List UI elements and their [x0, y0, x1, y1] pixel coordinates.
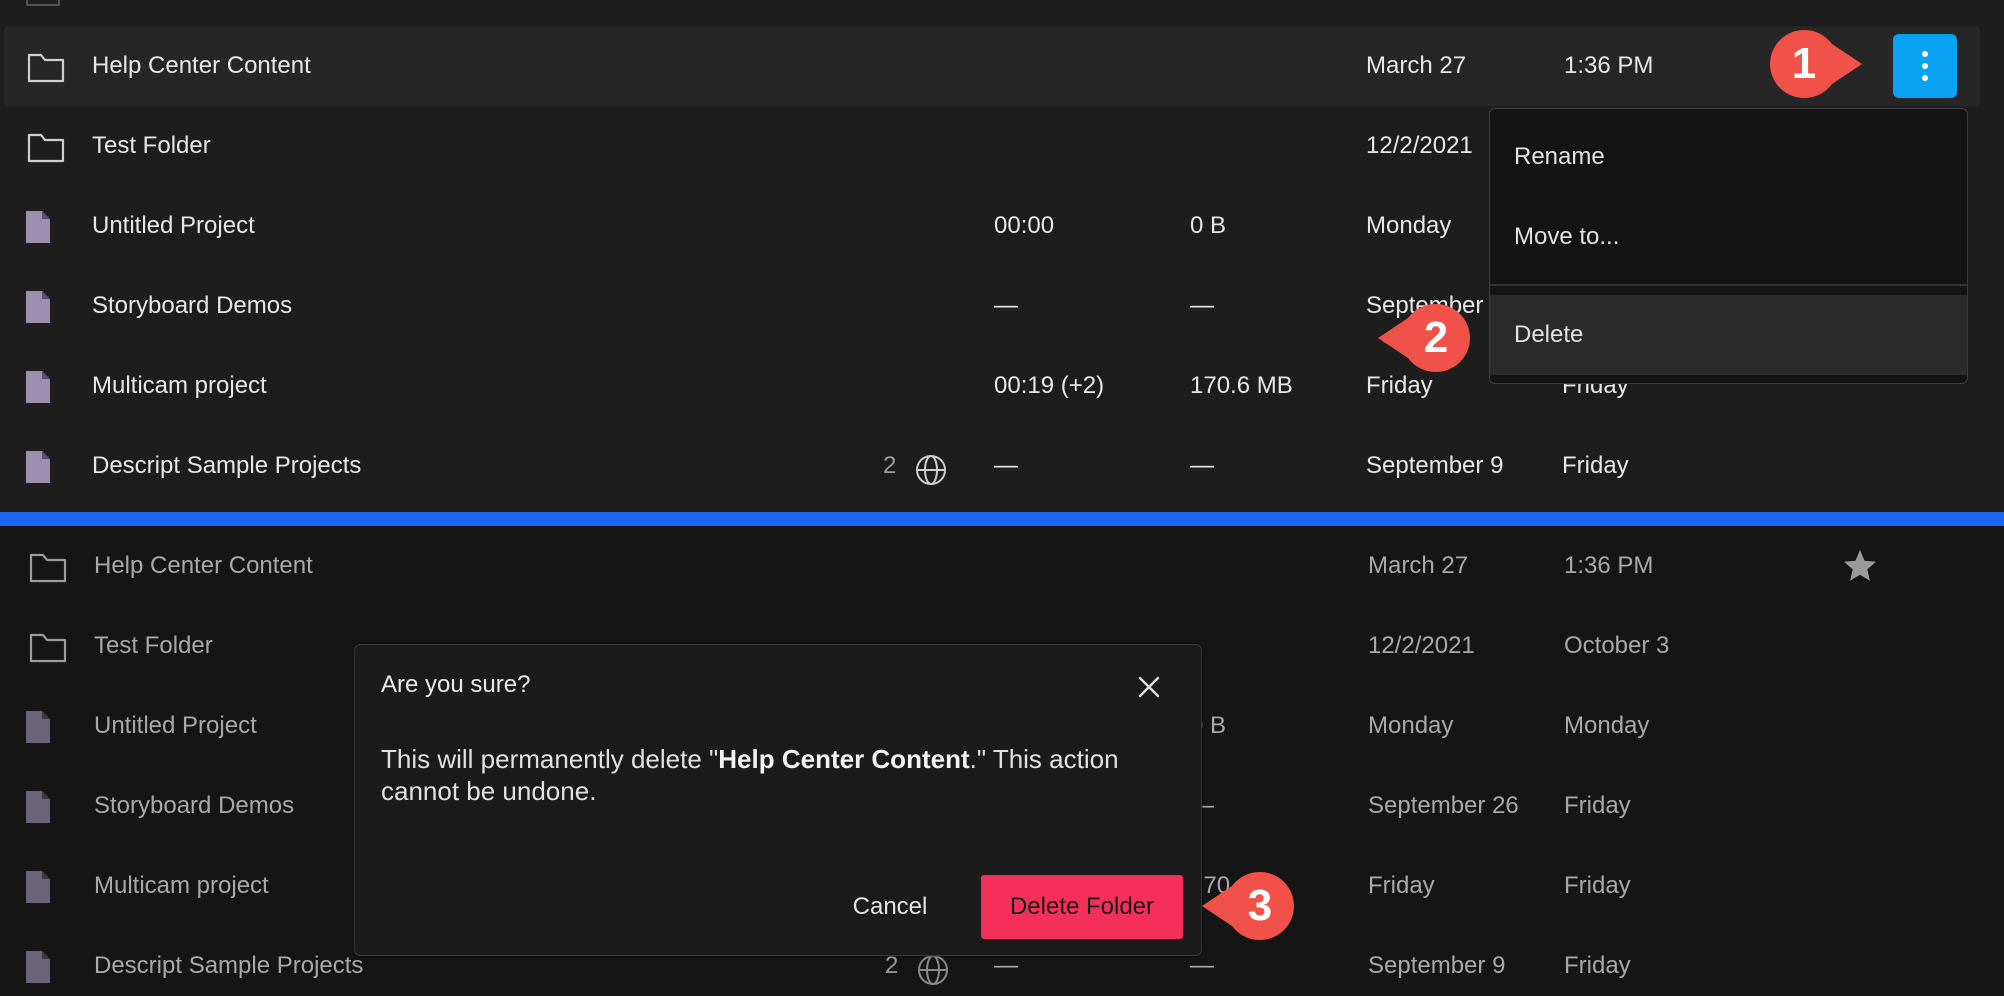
row-date-modified: Friday [1564, 792, 1631, 819]
row-name: Test Folder [94, 632, 213, 659]
row-name: Help Center Content [94, 552, 313, 579]
row-duration: — [994, 452, 1018, 479]
menu-item-rename[interactable]: Rename [1490, 117, 1967, 197]
delete-confirm-dialog: Are you sure? This will permanently dele… [354, 644, 1202, 956]
row-date-created: Friday [1368, 872, 1435, 899]
row-size: 0 B [1190, 212, 1227, 239]
row-date-modified: Friday [1564, 872, 1631, 899]
folder-icon [27, 53, 65, 83]
row-name: Untitled Project [92, 212, 255, 239]
menu-divider [1490, 284, 1967, 286]
row-date-created: 12/2/2021 [1368, 632, 1475, 659]
folder-icon [29, 633, 67, 663]
close-icon[interactable] [1133, 671, 1165, 703]
row-name: Test Folder [92, 132, 211, 159]
file-list-before: Help Center Content March 27 1:36 PM Tes… [0, 0, 2004, 512]
comparison-divider [0, 512, 2004, 526]
row-duration: 00:00 [994, 212, 1055, 239]
globe-icon[interactable] [914, 453, 948, 487]
row-name: Descript Sample Projects [92, 452, 362, 479]
row-date-created: March 27 [1366, 52, 1467, 79]
context-menu: Rename Move to... Delete [1489, 108, 1968, 384]
row-name: Storyboard Demos [94, 792, 295, 819]
row-duration: — [994, 292, 1018, 319]
folder-name: Help Center Content [718, 744, 970, 774]
row-date-modified: October 3 [1564, 632, 1670, 659]
menu-item-move-to[interactable]: Move to... [1490, 197, 1967, 277]
row-size: — [1190, 292, 1214, 319]
row-date-modified: 1:36 PM [1564, 52, 1654, 79]
row-duration: 00:19 (+2) [994, 372, 1105, 399]
row-date-modified: Friday [1562, 452, 1629, 479]
row-date-created: March 27 [1368, 552, 1469, 579]
more-vertical-icon [1922, 51, 1928, 57]
row-name: Multicam project [92, 372, 267, 399]
row-date-created: Monday [1368, 712, 1454, 739]
dialog-title: Are you sure? [381, 671, 531, 698]
file-icon [26, 451, 50, 483]
row-name: Storyboard Demos [92, 292, 293, 319]
file-icon [26, 871, 50, 903]
row-name: Untitled Project [94, 712, 257, 739]
file-icon [26, 291, 50, 323]
file-icon [26, 711, 50, 743]
cancel-button[interactable]: Cancel [825, 875, 955, 939]
star-icon[interactable] [1842, 548, 1878, 584]
file-icon [26, 791, 50, 823]
table-row[interactable]: Help Center Content March 27 1:36 PM [0, 526, 2004, 606]
row-date-modified: 1:36 PM [1564, 552, 1654, 579]
row-date-created: 12/2/2021 [1366, 132, 1473, 159]
row-date-created: September 26 [1368, 792, 1519, 819]
table-row[interactable]: Descript Sample Projects 2 — — September… [0, 426, 2004, 506]
callout-step-2: 2 [1376, 302, 1472, 374]
row-size: — [1190, 452, 1214, 479]
file-icon [26, 371, 50, 403]
row-date-created: Monday [1366, 212, 1452, 239]
row-date-created: September 9 [1366, 452, 1504, 479]
delete-folder-button[interactable]: Delete Folder [981, 875, 1183, 939]
row-name: Descript Sample Projects [94, 952, 364, 979]
menu-item-delete[interactable]: Delete [1490, 295, 1967, 375]
dialog-message: This will permanently delete "Help Cente… [381, 744, 1119, 806]
row-name: Help Center Content [92, 52, 311, 79]
row-share-count: 2 [883, 452, 897, 479]
more-options-button[interactable] [1893, 34, 1957, 98]
callout-step-3: 3 [1200, 870, 1296, 942]
globe-icon[interactable] [916, 953, 950, 987]
row-name: Multicam project [94, 872, 269, 899]
file-icon [26, 951, 50, 983]
callout-step-1: 1 [1768, 28, 1864, 100]
partial-folder-icon [26, 0, 60, 6]
folder-icon [29, 553, 67, 583]
folder-icon [27, 133, 65, 163]
row-date-modified: Friday [1564, 952, 1631, 979]
row-size: 170.6 MB [1190, 372, 1293, 399]
file-icon [26, 211, 50, 243]
row-date-modified: Monday [1564, 712, 1650, 739]
row-date-created: September 9 [1368, 952, 1506, 979]
table-row[interactable]: Help Center Content March 27 1:36 PM [4, 26, 1980, 106]
